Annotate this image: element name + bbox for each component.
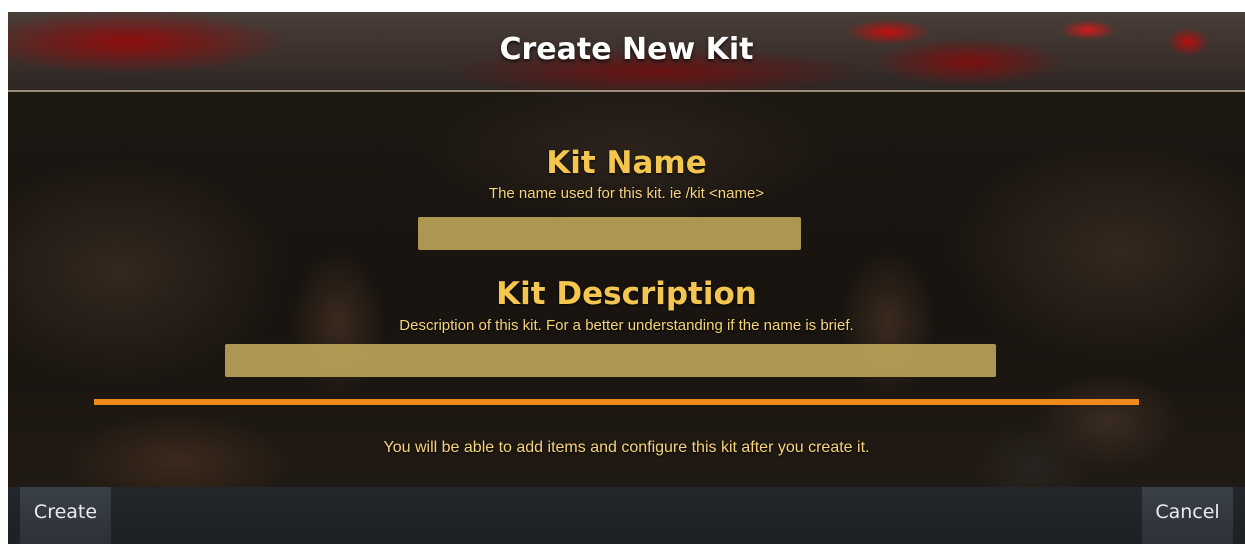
info-message: You will be able to add items and config…	[383, 439, 870, 456]
kit-name-heading: Kit Name	[546, 145, 707, 181]
create-kit-dialog: Create New Kit Kit Name The name used fo…	[8, 12, 1245, 544]
section-divider	[94, 399, 1139, 405]
kit-description-heading: Kit Description	[496, 276, 757, 312]
kit-name-input[interactable]	[418, 217, 801, 250]
cancel-button[interactable]: Cancel	[1142, 487, 1233, 544]
kit-name-hint: The name used for this kit. ie /kit <nam…	[488, 185, 765, 202]
kit-description-hint: Description of this kit. For a better un…	[399, 317, 854, 334]
kit-description-input[interactable]	[225, 344, 996, 377]
create-button[interactable]: Create	[20, 487, 111, 544]
dialog-title: Create New Kit	[499, 32, 754, 67]
button-bar	[8, 487, 1245, 544]
